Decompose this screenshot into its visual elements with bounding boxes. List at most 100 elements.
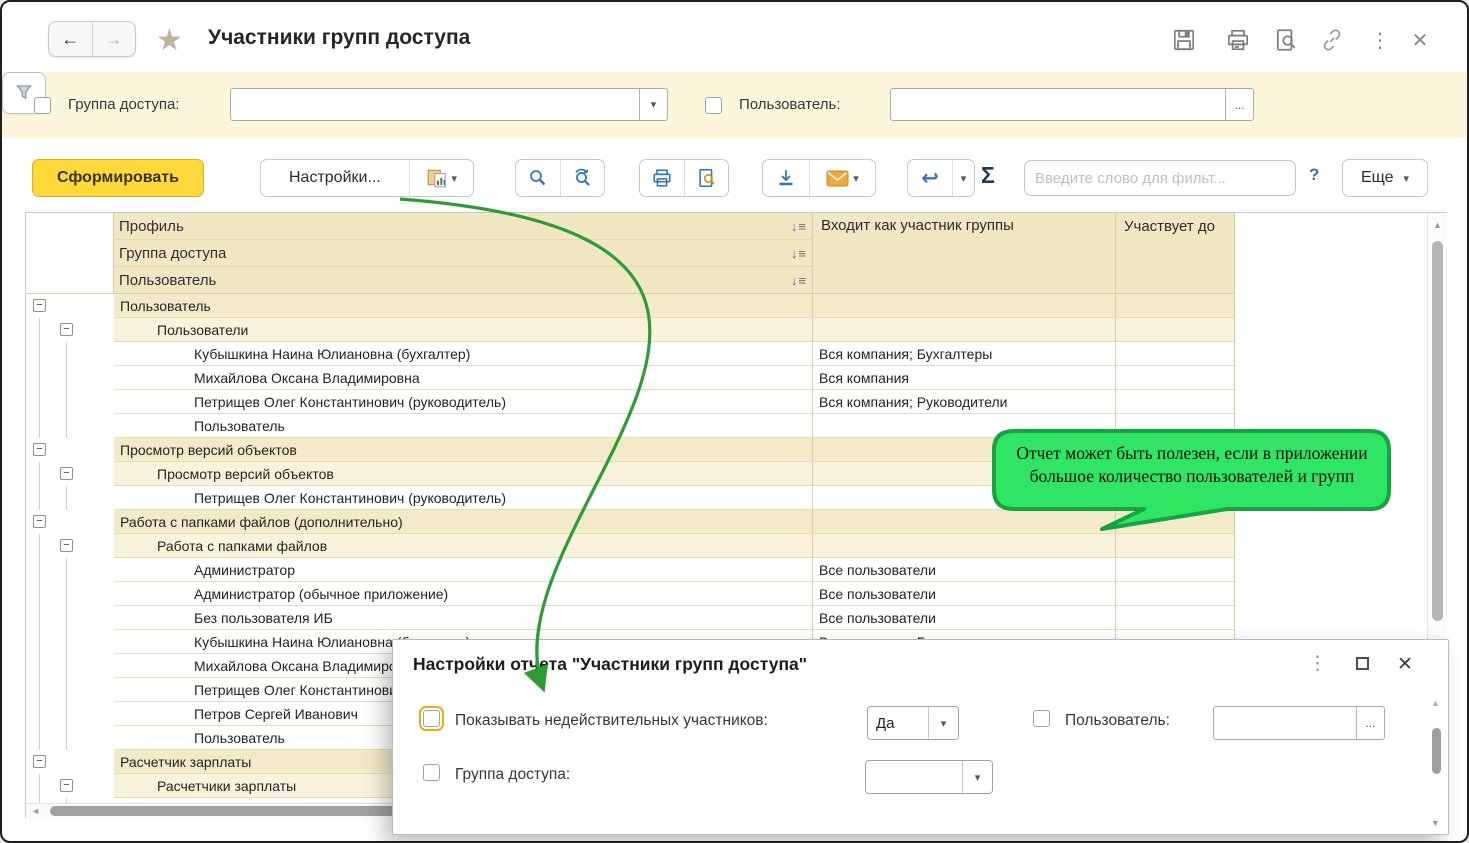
tree-collapse-toggle[interactable]: − <box>60 323 73 336</box>
print-report-button[interactable] <box>640 160 684 196</box>
sort-icon[interactable]: ↓≡ <box>791 219 806 234</box>
cancel-search-button[interactable] <box>560 160 604 196</box>
help-link[interactable]: ? <box>1309 165 1319 185</box>
show-invalid-checkbox[interactable] <box>423 710 440 727</box>
tree-collapse-toggle[interactable]: − <box>33 755 46 768</box>
generate-report-button[interactable]: Сформировать <box>32 159 204 197</box>
tree-collapse-toggle[interactable]: − <box>33 443 46 456</box>
tree-collapse-toggle[interactable]: − <box>60 779 73 792</box>
more-actions-button[interactable]: Еще▾ <box>1342 159 1428 197</box>
header-label: Пользователь <box>119 272 216 289</box>
table-row[interactable]: Кубышкина Наина Юлиановна (бухгалтер)Вся… <box>26 342 1235 366</box>
dialog-group-combo[interactable]: ▾ <box>865 760 993 794</box>
table-row[interactable]: −Пользователи <box>26 318 1235 342</box>
access-group-filter-input[interactable] <box>231 89 639 120</box>
save-button[interactable] <box>1170 26 1198 54</box>
show-invalid-dropdown-button[interactable]: ▾ <box>928 707 958 739</box>
close-window-button[interactable]: ✕ <box>1406 26 1434 54</box>
user-filter-input[interactable] <box>891 89 1225 120</box>
dialog-group-checkbox[interactable] <box>423 764 440 781</box>
cell-grouping: Пользователь <box>114 414 813 438</box>
tree-gutter <box>26 654 114 678</box>
undo-dropdown-button[interactable]: ▾ <box>952 160 974 196</box>
print-button-group <box>639 159 729 197</box>
mail-icon <box>826 170 849 187</box>
dialog-scroll-thumb[interactable] <box>1432 728 1441 774</box>
dialog-user-checkbox[interactable] <box>1033 710 1050 727</box>
header-member-of[interactable]: Входит как участник группы <box>813 213 1116 294</box>
tree-gutter <box>26 630 114 654</box>
more-menu-button[interactable]: ⋮ <box>1366 26 1394 54</box>
report-variants-button[interactable]: ▾ <box>409 160 473 196</box>
tree-collapse-toggle[interactable]: − <box>33 515 46 528</box>
dialog-group-label: Группа доступа: <box>455 766 570 784</box>
tree-gutter <box>26 414 114 438</box>
dialog-scrollbar[interactable]: ▲ ▼ <box>1429 698 1444 833</box>
back-button[interactable]: ← <box>49 22 93 56</box>
vertical-scroll-thumb[interactable] <box>1432 241 1443 621</box>
print-preview-button[interactable] <box>1272 26 1300 54</box>
dialog-user-label: Пользователь: <box>1065 712 1170 730</box>
scroll-up-icon[interactable]: ▲ <box>1431 698 1440 708</box>
sort-arrow-icon: ↓ <box>791 246 798 261</box>
table-row[interactable]: − Пользователь <box>26 294 1235 318</box>
chevron-down-icon: ▾ <box>1404 172 1410 185</box>
show-invalid-combo[interactable]: Да ▾ <box>867 706 959 740</box>
scroll-up-icon[interactable]: ▲ <box>1433 220 1442 230</box>
favorite-star-icon[interactable]: ★ <box>156 23 183 58</box>
cell-grouping: Пользователь <box>114 294 813 318</box>
get-link-button[interactable] <box>1318 26 1346 54</box>
scroll-down-icon[interactable]: ▼ <box>1431 818 1440 828</box>
sort-icon[interactable]: ↓≡ <box>791 246 806 261</box>
dialog-user-field: ... <box>1213 706 1385 740</box>
header-gutter <box>26 213 114 294</box>
send-email-button[interactable]: ▾ <box>809 160 875 196</box>
table-row[interactable]: Петрищев Олег Константинович (руководите… <box>26 390 1235 414</box>
save-result-button[interactable] <box>763 160 809 196</box>
filter-word-input[interactable] <box>1024 160 1296 196</box>
tree-collapse-toggle[interactable]: − <box>60 467 73 480</box>
export-button-group: ▾ <box>762 159 876 197</box>
sort-bars-icon: ≡ <box>798 273 806 288</box>
tree-collapse-toggle[interactable]: − <box>33 299 46 312</box>
header-access-group[interactable]: Группа доступа ↓≡ <box>114 240 812 267</box>
user-filter-checkbox[interactable] <box>705 97 722 114</box>
dialog-maximize-button[interactable] <box>1356 657 1369 670</box>
cell-until <box>1116 606 1235 630</box>
settings-button[interactable]: Настройки... <box>261 160 409 196</box>
tree-gutter: − <box>26 534 114 558</box>
settings-button-group: Настройки... ▾ <box>260 159 474 197</box>
cell-grouping: Просмотр версий объектов <box>114 438 813 462</box>
dialog-more-button[interactable]: ⋮ <box>1308 652 1327 675</box>
autosum-button[interactable]: Σ <box>981 162 995 189</box>
table-row[interactable]: Михайлова Оксана ВладимировнаВся компани… <box>26 366 1235 390</box>
access-group-dropdown-button[interactable]: ▾ <box>639 89 667 120</box>
cell-member-of: Вся компания <box>813 366 1116 390</box>
tree-gutter: − <box>26 774 114 798</box>
search-button[interactable] <box>516 160 560 196</box>
chevron-down-icon: ▾ <box>853 172 859 185</box>
sort-bars-icon: ≡ <box>798 219 806 234</box>
header-until[interactable]: Участвует до <box>1116 213 1235 294</box>
scroll-left-icon[interactable]: ◄ <box>31 806 40 816</box>
undo-button[interactable]: ↩ <box>908 160 952 196</box>
dialog-user-input[interactable] <box>1214 707 1356 739</box>
cell-until <box>1116 558 1235 582</box>
dialog-user-choose-button[interactable]: ... <box>1356 707 1384 739</box>
tree-collapse-toggle[interactable]: − <box>60 539 73 552</box>
table-row[interactable]: Без пользователя ИБВсе пользователи <box>26 606 1235 630</box>
sort-icon[interactable]: ↓≡ <box>791 273 806 288</box>
print-button[interactable] <box>1224 26 1252 54</box>
tree-gutter <box>26 390 114 414</box>
forward-button[interactable]: → <box>93 22 136 56</box>
preview-report-button[interactable] <box>684 160 728 196</box>
cell-grouping: Работа с папками файлов <box>114 534 813 558</box>
dialog-close-button[interactable]: ✕ <box>1397 653 1413 676</box>
header-profile[interactable]: Профиль ↓≡ <box>114 213 812 240</box>
header-user[interactable]: Пользователь ↓≡ <box>114 267 812 294</box>
table-row[interactable]: Администратор (обычное приложение)Все по… <box>26 582 1235 606</box>
access-group-filter-checkbox[interactable] <box>34 97 51 114</box>
user-choose-button[interactable]: ... <box>1225 89 1253 120</box>
dialog-group-dropdown-button[interactable]: ▾ <box>962 761 992 793</box>
table-row[interactable]: АдминистраторВсе пользователи <box>26 558 1235 582</box>
